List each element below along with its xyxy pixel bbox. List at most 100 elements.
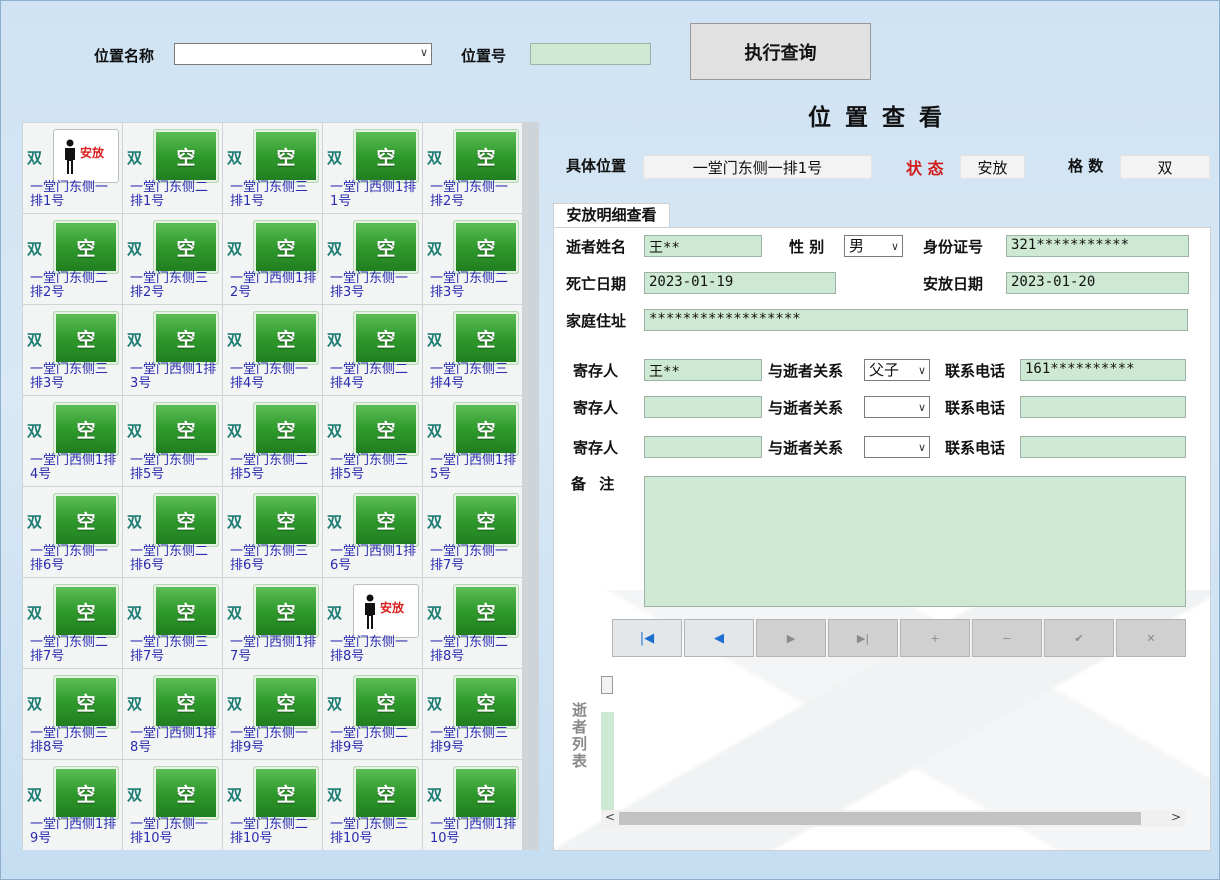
empty-slot-tile[interactable]: 空 <box>53 584 119 638</box>
empty-slot-tile[interactable]: 空 <box>353 220 419 274</box>
location-cell[interactable]: 双 空一堂门东侧二排5号 <box>223 396 322 486</box>
empty-slot-tile[interactable]: 空 <box>453 766 519 820</box>
location-cell[interactable]: 双 空一堂门东侧三排7号 <box>123 578 222 668</box>
deceased-name-input[interactable]: 王** <box>644 235 762 257</box>
empty-slot-tile[interactable]: 空 <box>53 220 119 274</box>
horizontal-scrollbar[interactable]: < > <box>601 810 1185 827</box>
location-cell[interactable]: 双 空一堂门西侧1排4号 <box>23 396 122 486</box>
gender-select[interactable]: 男 ∨ <box>844 235 903 257</box>
empty-slot-tile[interactable]: 空 <box>453 311 519 365</box>
empty-slot-tile[interactable]: 空 <box>353 311 419 365</box>
location-cell[interactable]: 双 空一堂门西侧1排8号 <box>123 669 222 759</box>
empty-slot-tile[interactable]: 空 <box>153 129 219 183</box>
empty-slot-tile[interactable]: 空 <box>153 311 219 365</box>
location-cell[interactable]: 双 安放 一堂门东侧一排8号 <box>323 578 422 668</box>
relation-select[interactable]: 父子 ∨ <box>864 359 930 381</box>
location-cell[interactable]: 双 空一堂门东侧一排10号 <box>123 760 222 850</box>
scroll-right-icon[interactable]: > <box>1171 810 1181 824</box>
empty-slot-tile[interactable]: 空 <box>53 675 119 729</box>
empty-slot-tile[interactable]: 空 <box>153 675 219 729</box>
relation-select[interactable]: ∨ <box>864 436 930 458</box>
empty-slot-tile[interactable]: 空 <box>53 311 119 365</box>
location-cell[interactable]: 双 空一堂门西侧1排2号 <box>223 214 322 304</box>
prev-record-button[interactable]: ◀ <box>684 619 754 657</box>
depositor-name-input[interactable] <box>644 396 762 418</box>
location-cell[interactable]: 双 空一堂门东侧三排8号 <box>23 669 122 759</box>
location-cell[interactable]: 双 空一堂门东侧三排9号 <box>423 669 522 759</box>
location-cell[interactable]: 双 空一堂门西侧1排5号 <box>423 396 522 486</box>
notes-textarea[interactable] <box>644 476 1186 607</box>
empty-slot-tile[interactable]: 空 <box>253 220 319 274</box>
location-cell[interactable]: 双 空一堂门西侧1排1号 <box>323 123 422 213</box>
empty-slot-tile[interactable]: 空 <box>53 766 119 820</box>
phone-input[interactable]: 161********** <box>1020 359 1186 381</box>
empty-slot-tile[interactable]: 空 <box>253 766 319 820</box>
empty-slot-tile[interactable]: 空 <box>153 493 219 547</box>
location-cell[interactable]: 双 空一堂门东侧三排10号 <box>323 760 422 850</box>
location-cell[interactable]: 双 空一堂门东侧二排7号 <box>23 578 122 668</box>
empty-slot-tile[interactable]: 空 <box>353 766 419 820</box>
location-cell[interactable]: 双 空一堂门东侧一排2号 <box>423 123 522 213</box>
empty-slot-tile[interactable]: 空 <box>453 675 519 729</box>
location-name-combo[interactable]: ∨ <box>174 43 432 65</box>
location-cell[interactable]: 双 空一堂门东侧二排3号 <box>423 214 522 304</box>
location-cell[interactable]: 双 空一堂门东侧三排5号 <box>323 396 422 486</box>
empty-slot-tile[interactable]: 空 <box>353 129 419 183</box>
location-cell[interactable]: 双 空一堂门东侧三排3号 <box>23 305 122 395</box>
location-cell[interactable]: 双 空一堂门东侧二排2号 <box>23 214 122 304</box>
scroll-left-icon[interactable]: < <box>605 810 615 824</box>
empty-slot-tile[interactable]: 空 <box>453 584 519 638</box>
add-record-button[interactable]: + <box>900 619 970 657</box>
empty-slot-tile[interactable]: 空 <box>153 584 219 638</box>
id-input[interactable]: 321*********** <box>1006 235 1189 257</box>
location-cell[interactable]: 双 空一堂门西侧1排9号 <box>23 760 122 850</box>
location-cell[interactable]: 双 安放 一堂门东侧一排1号 <box>23 123 122 213</box>
empty-slot-tile[interactable]: 空 <box>453 402 519 456</box>
location-cell[interactable]: 双 空一堂门东侧一排7号 <box>423 487 522 577</box>
first-record-button[interactable]: |◀ <box>612 619 682 657</box>
depositor-name-input[interactable]: 王** <box>644 359 762 381</box>
phone-input[interactable] <box>1020 436 1186 458</box>
location-cell[interactable]: 双 空一堂门西侧1排7号 <box>223 578 322 668</box>
confirm-button[interactable]: ✔ <box>1044 619 1114 657</box>
location-cell[interactable]: 双 空一堂门东侧三排1号 <box>223 123 322 213</box>
location-cell[interactable]: 双 空一堂门东侧二排1号 <box>123 123 222 213</box>
empty-slot-tile[interactable]: 空 <box>453 129 519 183</box>
empty-slot-tile[interactable]: 空 <box>453 493 519 547</box>
empty-slot-tile[interactable]: 空 <box>253 402 319 456</box>
location-cell[interactable]: 双 空一堂门东侧一排9号 <box>223 669 322 759</box>
location-cell[interactable]: 双 空一堂门东侧一排3号 <box>323 214 422 304</box>
empty-slot-tile[interactable]: 空 <box>153 220 219 274</box>
empty-slot-tile[interactable]: 空 <box>253 129 319 183</box>
death-date-input[interactable]: 2023-01-19 <box>644 272 836 294</box>
location-cell[interactable]: 双 空一堂门西侧1排6号 <box>323 487 422 577</box>
placed-date-input[interactable]: 2023-01-20 <box>1006 272 1189 294</box>
last-record-button[interactable]: ▶| <box>828 619 898 657</box>
location-cell[interactable]: 双 空一堂门东侧二排9号 <box>323 669 422 759</box>
location-cell[interactable]: 双 空一堂门东侧三排4号 <box>423 305 522 395</box>
phone-input[interactable] <box>1020 396 1186 418</box>
empty-slot-tile[interactable]: 空 <box>353 675 419 729</box>
location-cell[interactable]: 双 空一堂门西侧1排3号 <box>123 305 222 395</box>
empty-slot-tile[interactable]: 空 <box>253 584 319 638</box>
tab-placement-detail[interactable]: 安放明细查看 <box>553 203 670 228</box>
empty-slot-tile[interactable]: 空 <box>453 220 519 274</box>
empty-slot-tile[interactable]: 空 <box>353 402 419 456</box>
empty-slot-tile[interactable]: 空 <box>253 493 319 547</box>
location-cell[interactable]: 双 空一堂门东侧二排4号 <box>323 305 422 395</box>
address-input[interactable]: ****************** <box>644 309 1188 331</box>
location-cell[interactable]: 双 空一堂门东侧三排2号 <box>123 214 222 304</box>
location-cell[interactable]: 双 空一堂门东侧二排6号 <box>123 487 222 577</box>
location-cell[interactable]: 双 空一堂门东侧一排6号 <box>23 487 122 577</box>
empty-slot-tile[interactable]: 空 <box>353 493 419 547</box>
deceased-list[interactable] <box>601 712 614 810</box>
empty-slot-tile[interactable]: 空 <box>253 675 319 729</box>
location-cell[interactable]: 双 空一堂门东侧一排5号 <box>123 396 222 486</box>
location-cell[interactable]: 双 空一堂门西侧1排10号 <box>423 760 522 850</box>
delete-record-button[interactable]: − <box>972 619 1042 657</box>
depositor-name-input[interactable] <box>644 436 762 458</box>
occupied-slot-tile[interactable]: 安放 <box>353 584 419 638</box>
location-cell[interactable]: 双 空一堂门东侧一排4号 <box>223 305 322 395</box>
empty-slot-tile[interactable]: 空 <box>53 402 119 456</box>
list-checkbox[interactable] <box>601 676 613 694</box>
